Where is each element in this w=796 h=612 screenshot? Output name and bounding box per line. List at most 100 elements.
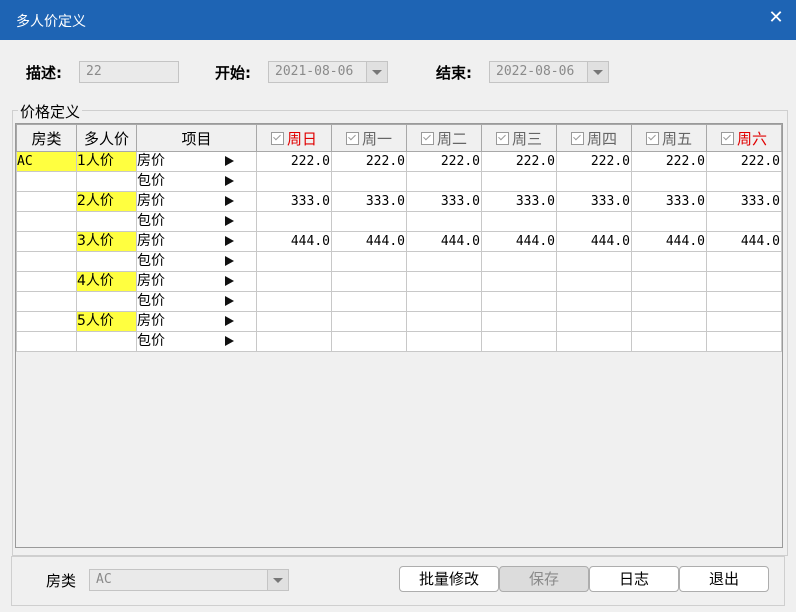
price-cell[interactable] bbox=[406, 251, 482, 272]
multi-price-cell[interactable] bbox=[76, 251, 137, 272]
room-type-cell[interactable] bbox=[16, 171, 77, 192]
play-arrow-icon[interactable] bbox=[225, 236, 234, 246]
price-cell[interactable] bbox=[556, 271, 632, 292]
price-grid[interactable]: 房类 多人价 项目 周日 周一 周二 周三 周四 周五 周六 AC 1人价 房价 222.0 222… bbox=[15, 123, 783, 548]
play-arrow-icon[interactable] bbox=[225, 276, 234, 286]
batch-edit-button[interactable]: 批量修改 bbox=[399, 566, 499, 592]
item-cell[interactable]: 房价 bbox=[136, 191, 257, 212]
header-day[interactable]: 周一 bbox=[331, 124, 407, 152]
price-cell[interactable]: 444.0 bbox=[331, 231, 407, 252]
header-item[interactable]: 项目 bbox=[136, 124, 257, 152]
checkbox-icon[interactable] bbox=[270, 131, 284, 145]
price-cell[interactable] bbox=[406, 211, 482, 232]
price-cell[interactable] bbox=[256, 291, 332, 312]
multi-price-cell[interactable]: 4人价 bbox=[76, 271, 137, 292]
log-button[interactable]: 日志 bbox=[589, 566, 679, 592]
chevron-down-icon[interactable] bbox=[587, 62, 608, 82]
price-cell[interactable] bbox=[331, 211, 407, 232]
close-icon[interactable]: ✕ bbox=[766, 8, 786, 28]
price-cell[interactable] bbox=[256, 251, 332, 272]
price-cell[interactable]: 222.0 bbox=[556, 151, 632, 172]
price-cell[interactable]: 333.0 bbox=[331, 191, 407, 212]
price-cell[interactable] bbox=[706, 331, 782, 352]
price-cell[interactable] bbox=[331, 311, 407, 332]
price-cell[interactable]: 444.0 bbox=[481, 231, 557, 252]
price-cell[interactable] bbox=[706, 311, 782, 332]
price-cell[interactable] bbox=[706, 291, 782, 312]
price-cell[interactable] bbox=[556, 211, 632, 232]
header-day[interactable]: 周三 bbox=[481, 124, 557, 152]
price-cell[interactable] bbox=[331, 171, 407, 192]
header-multi-price[interactable]: 多人价 bbox=[76, 124, 137, 152]
chevron-down-icon[interactable] bbox=[267, 570, 288, 590]
item-cell[interactable]: 包价 bbox=[136, 171, 257, 192]
price-cell[interactable]: 222.0 bbox=[706, 151, 782, 172]
price-cell[interactable] bbox=[706, 211, 782, 232]
checkbox-icon[interactable] bbox=[570, 131, 584, 145]
header-room-type[interactable]: 房类 bbox=[16, 124, 77, 152]
room-type-cell[interactable] bbox=[16, 211, 77, 232]
room-type-cell[interactable] bbox=[16, 191, 77, 212]
play-arrow-icon[interactable] bbox=[225, 216, 234, 226]
multi-price-cell[interactable] bbox=[76, 211, 137, 232]
checkbox-icon[interactable] bbox=[345, 131, 359, 145]
price-cell[interactable] bbox=[631, 291, 707, 312]
checkbox-icon[interactable] bbox=[645, 131, 659, 145]
price-cell[interactable] bbox=[556, 331, 632, 352]
multi-price-cell[interactable]: 1人价 bbox=[76, 151, 137, 172]
price-cell[interactable] bbox=[556, 291, 632, 312]
header-day[interactable]: 周六 bbox=[706, 124, 782, 152]
price-cell[interactable]: 444.0 bbox=[556, 231, 632, 252]
multi-price-cell[interactable] bbox=[76, 171, 137, 192]
price-cell[interactable] bbox=[481, 271, 557, 292]
item-cell[interactable]: 房价 bbox=[136, 311, 257, 332]
play-arrow-icon[interactable] bbox=[225, 296, 234, 306]
multi-price-cell[interactable]: 2人价 bbox=[76, 191, 137, 212]
item-cell[interactable]: 房价 bbox=[136, 231, 257, 252]
price-cell[interactable] bbox=[256, 211, 332, 232]
price-cell[interactable] bbox=[631, 331, 707, 352]
room-type-cell[interactable] bbox=[16, 251, 77, 272]
price-cell[interactable] bbox=[706, 171, 782, 192]
play-arrow-icon[interactable] bbox=[225, 316, 234, 326]
play-arrow-icon[interactable] bbox=[225, 256, 234, 266]
price-cell[interactable] bbox=[631, 171, 707, 192]
price-cell[interactable] bbox=[481, 171, 557, 192]
desc-input[interactable]: 22 bbox=[79, 61, 179, 83]
save-button[interactable]: 保存 bbox=[499, 566, 589, 592]
play-arrow-icon[interactable] bbox=[225, 176, 234, 186]
price-cell[interactable] bbox=[481, 251, 557, 272]
price-cell[interactable]: 333.0 bbox=[631, 191, 707, 212]
item-cell[interactable]: 包价 bbox=[136, 331, 257, 352]
end-date-picker[interactable]: 2022-08-06 bbox=[489, 61, 609, 83]
price-cell[interactable] bbox=[481, 331, 557, 352]
room-type-cell[interactable] bbox=[16, 291, 77, 312]
price-cell[interactable]: 333.0 bbox=[556, 191, 632, 212]
price-cell[interactable] bbox=[406, 271, 482, 292]
price-cell[interactable] bbox=[406, 311, 482, 332]
multi-price-cell[interactable] bbox=[76, 331, 137, 352]
room-type-cell[interactable] bbox=[16, 311, 77, 332]
header-day[interactable]: 周五 bbox=[631, 124, 707, 152]
multi-price-cell[interactable]: 3人价 bbox=[76, 231, 137, 252]
price-cell[interactable] bbox=[706, 271, 782, 292]
price-cell[interactable]: 222.0 bbox=[481, 151, 557, 172]
price-cell[interactable] bbox=[331, 251, 407, 272]
price-cell[interactable]: 333.0 bbox=[406, 191, 482, 212]
price-cell[interactable] bbox=[406, 291, 482, 312]
price-cell[interactable]: 333.0 bbox=[481, 191, 557, 212]
price-cell[interactable]: 333.0 bbox=[706, 191, 782, 212]
header-day[interactable]: 周日 bbox=[256, 124, 332, 152]
multi-price-cell[interactable]: 5人价 bbox=[76, 311, 137, 332]
checkbox-icon[interactable] bbox=[420, 131, 434, 145]
start-date-picker[interactable]: 2021-08-06 bbox=[268, 61, 388, 83]
price-cell[interactable]: 444.0 bbox=[706, 231, 782, 252]
price-cell[interactable] bbox=[556, 311, 632, 332]
price-cell[interactable] bbox=[406, 331, 482, 352]
price-cell[interactable] bbox=[631, 271, 707, 292]
price-cell[interactable] bbox=[406, 171, 482, 192]
price-cell[interactable] bbox=[256, 311, 332, 332]
price-cell[interactable] bbox=[631, 211, 707, 232]
price-cell[interactable] bbox=[556, 251, 632, 272]
price-cell[interactable] bbox=[631, 251, 707, 272]
